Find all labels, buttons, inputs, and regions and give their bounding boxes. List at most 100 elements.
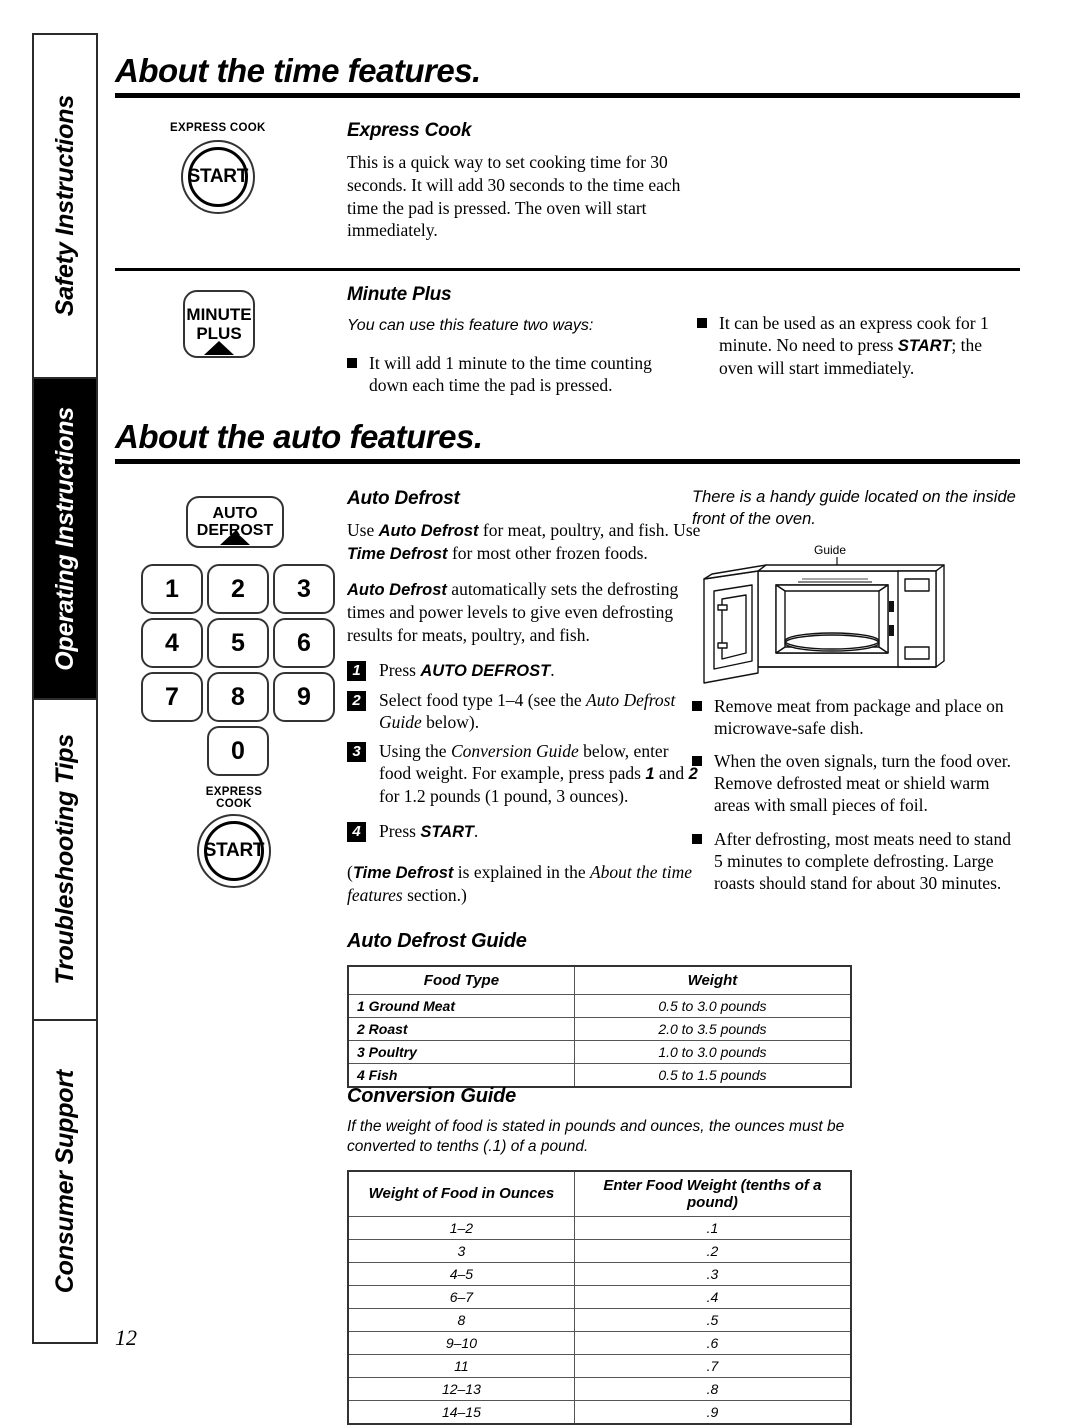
table-row: 6–7 .4 [347,1284,852,1309]
auto-defrost-guide-table: Food Type Weight 1 Ground Meat 0.5 to 3.… [347,965,852,1088]
list-item: After defrosting, most meats need to sta… [692,828,1022,895]
auto-title-rule [115,459,1020,464]
auto-defrost-keyword: Auto Defrost [378,522,479,540]
cell-ounces: 1–2 [347,1215,575,1240]
fn-e: section.) [402,884,467,905]
keypad-graphic: AUTO DEFROST 1 2 3 4 5 6 7 8 9 0 EXPRESS… [135,496,335,888]
para1-a: Use [347,520,379,540]
keypad-key-7[interactable]: 7 [141,672,203,722]
sidebar-item-consumer-support[interactable]: Consumer Support [34,1021,96,1342]
step-4-c: . [473,820,479,841]
column-header-food-type: Food Type [347,965,575,995]
express-cook-key-label: EXPRESS COOK [170,122,266,134]
step-1: 1 Press AUTO DEFROST. [347,659,702,682]
auto-defrost-key[interactable]: AUTO DEFROST [186,496,284,548]
auto-defrost-para-2: Auto Defrost automatically sets the defr… [347,578,702,647]
minute-plus-right-bullet-block: It can be used as an express cook for 1 … [697,312,1007,390]
keypad-key-9[interactable]: 9 [273,672,335,722]
cell-ounces: 11 [347,1353,575,1378]
step-1-a: Press [379,659,421,680]
start-button-graphic[interactable]: START [180,140,255,214]
sidebar-item-label: Troubleshooting Tips [50,734,79,985]
auto-defrost-guide-block: Auto Defrost Guide Food Type Weight 1 Gr… [347,930,852,1088]
cell-weight: 0.5 to 3.0 pounds [573,994,852,1018]
keypad-express-cook-group: EXPRESS COOK START [135,786,331,888]
sidebar-item-troubleshooting-tips[interactable]: Troubleshooting Tips [34,700,96,1021]
column-header-tenths: Enter Food Weight (tenths of a pound) [573,1170,852,1217]
keypad-key-0[interactable]: 0 [207,726,269,776]
auto-defrost-right-column: There is a handy guide located on the in… [692,487,1022,905]
minute-plus-intro: You can use this feature two ways: [347,317,594,334]
step-number: 1 [347,660,366,681]
auto-defrost-heading: Auto Defrost [347,488,460,509]
auto-defrost-right-bullets: Remove meat from package and place on mi… [692,695,1022,895]
table-row: 4–5 .3 [347,1261,852,1286]
table-row: 2 Roast 2.0 to 3.5 pounds [347,1017,852,1041]
step-2: 2 Select food type 1–4 (see the Auto Def… [347,689,702,733]
step-3-keyword: Conversion Guide [450,741,579,762]
step-4: 4 Press START. [347,820,702,843]
table-row: 3 Poultry 1.0 to 3.0 pounds [347,1040,852,1064]
minute-plus-key-graphic[interactable]: MINUTE PLUS [183,290,255,358]
step-2-a: Select food type 1–4 (see the [379,689,587,710]
step-1-c: . [550,659,555,680]
auto-defrost-para-1: Use Auto Defrost for meat, poultry, and … [347,519,702,566]
cell-weight: 0.5 to 1.5 pounds [573,1063,852,1088]
sidebar-item-safety-instructions[interactable]: Safety Instructions [34,35,96,379]
keypad-key-8[interactable]: 8 [207,672,269,722]
table-row: 1 Ground Meat 0.5 to 3.0 pounds [347,994,852,1018]
keypad-key-2[interactable]: 2 [207,564,269,614]
keypad-key-3[interactable]: 3 [273,564,335,614]
start-keyword: START [897,337,952,356]
oven-guide-caption: Guide [814,542,847,557]
cell-tenths: .1 [573,1215,852,1240]
auto-defrost-keyword-2: Auto Defrost [347,580,447,599]
page-content: About the time features. EXPRESS COOK ST… [115,0,1025,1425]
step-3-a: Using the [379,741,451,762]
auto-defrost-guide-heading: Auto Defrost Guide [347,930,527,952]
cell-tenths: .3 [573,1261,852,1286]
cell-ounces: 6–7 [347,1284,575,1309]
step-number: 2 [347,690,366,711]
page-title: About the time features. [115,52,481,89]
cell-tenths: .9 [573,1399,852,1425]
keypad-key-5[interactable]: 5 [207,618,269,668]
column-header-weight: Weight [573,965,852,995]
fn-c: is explained in the [453,861,590,882]
sidebar-item-operating-instructions[interactable]: Operating Instructions [34,379,96,700]
table-header-row: Food Type Weight [347,965,852,995]
step-4-a: Press [379,820,421,841]
cell-tenths: .5 [573,1307,852,1332]
time-defrost-keyword: Time Defrost [347,545,448,564]
oven-guide-note: There is a handy guide located on the in… [692,488,1016,528]
section-tab-sidebar: Safety Instructions Operating Instructio… [32,33,98,1344]
auto-defrost-text-block: Auto Defrost Use Auto Defrost for meat, … [347,488,702,917]
cell-food-type: 4 Fish [347,1063,575,1088]
start-button-graphic-2[interactable]: START [197,814,271,888]
fn-time-defrost: Time Defrost [352,863,454,882]
cell-tenths: .2 [573,1238,852,1263]
step-3-pad-1: 1 [645,765,655,784]
cell-ounces: 9–10 [347,1330,575,1355]
divider-rule-1 [115,268,1020,271]
keypad-key-4[interactable]: 4 [141,618,203,668]
step-4-keyword: START [420,822,474,841]
cell-weight: 1.0 to 3.0 pounds [573,1040,852,1064]
auto-features-section: About the auto features. [115,418,1020,464]
auto-defrost-footnote: (Time Defrost is explained in the About … [347,861,702,907]
cell-food-type: 2 Roast [347,1017,575,1041]
oven-illustration: Guide [692,543,1022,691]
list-item: When the oven signals, turn the food ove… [692,750,1022,817]
time-features-section: About the time features. [115,52,1020,98]
minute-plus-key-line1: MINUTE [186,305,252,324]
keypad-key-6[interactable]: 6 [273,618,335,668]
minute-plus-bullet-right: It can be used as an express cook for 1 … [697,312,1007,379]
step-2-c: below). [421,711,480,732]
start-button-label-2: START [203,840,265,861]
auto-defrost-key-line1: AUTO [212,505,258,522]
keypad-key-1[interactable]: 1 [141,564,203,614]
express-cook-heading: Express Cook [347,120,472,141]
conversion-guide-intro: If the weight of food is stated in pound… [347,1118,845,1156]
cell-tenths: .4 [573,1284,852,1309]
title-rule [115,93,1020,98]
